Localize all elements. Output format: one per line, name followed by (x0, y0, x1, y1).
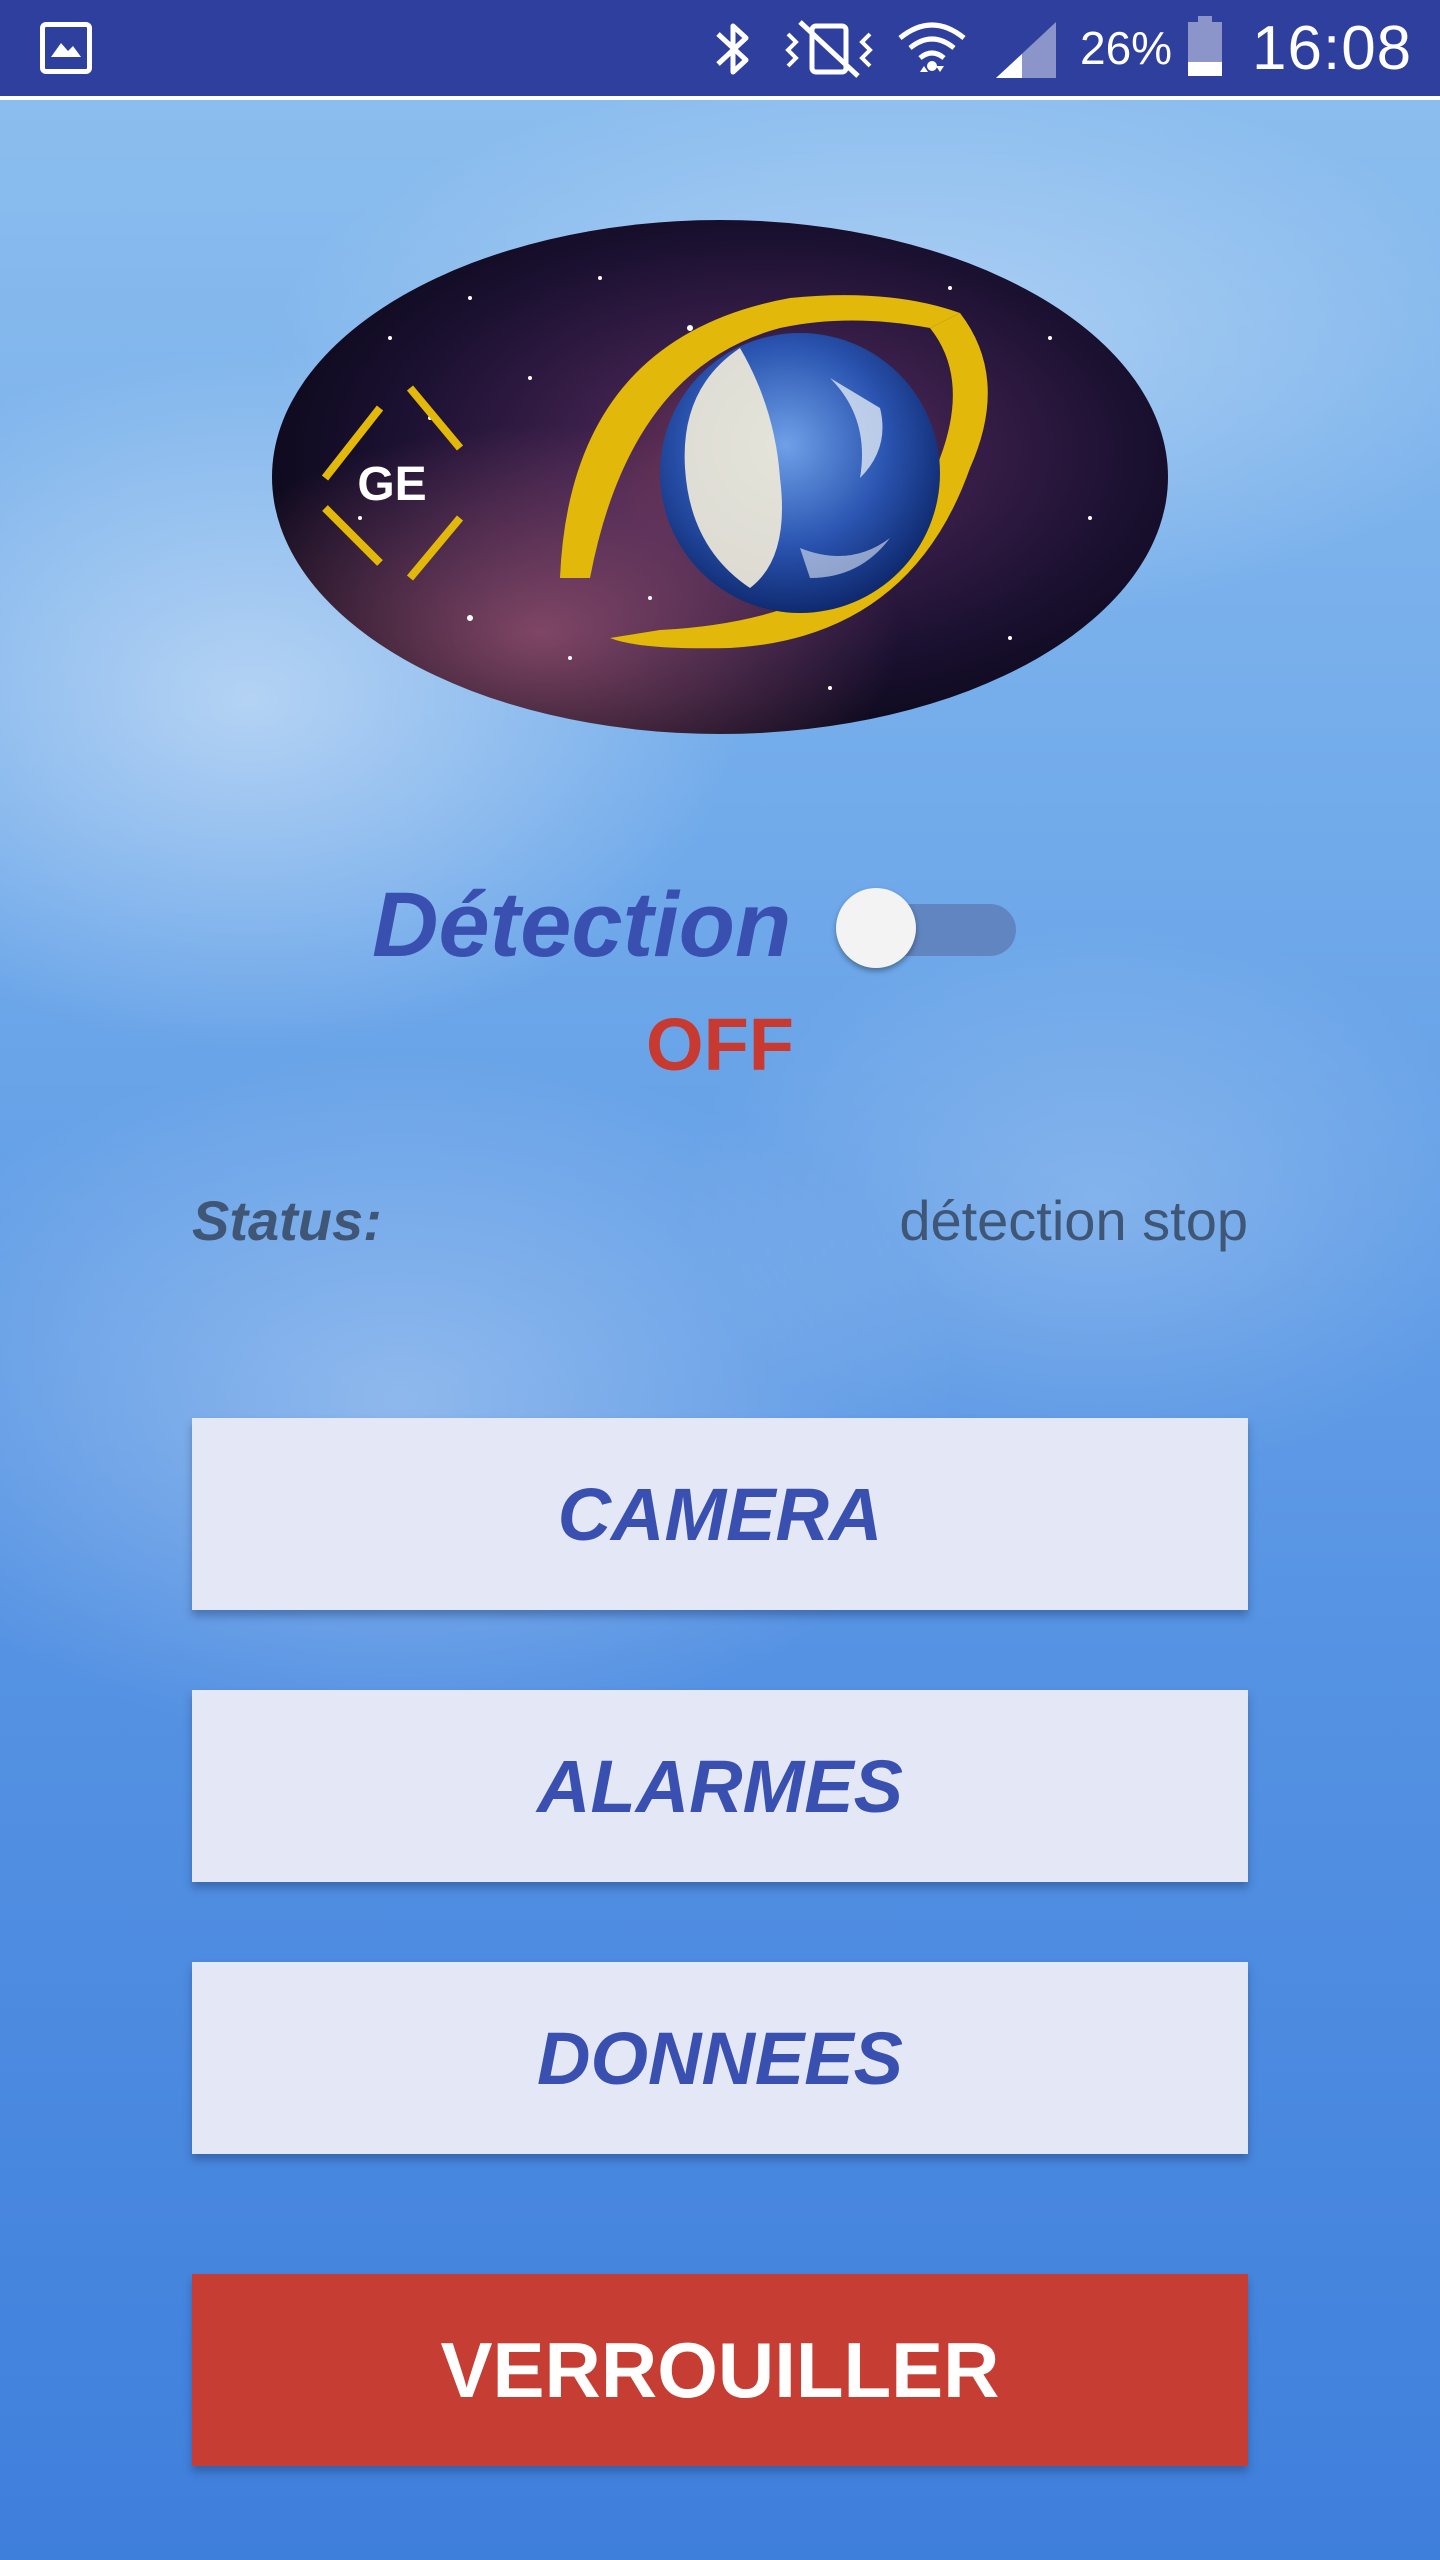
screen: 26% 16:08 GE Détection OFF Status: détec… (0, 0, 1440, 2560)
signal-icon (996, 22, 1056, 78)
detection-state: OFF (646, 1003, 794, 1086)
detection-label: Détection (372, 874, 792, 976)
detection-toggle[interactable] (836, 880, 1022, 968)
verrouiller-button[interactable]: VERROUILLER (192, 2274, 1248, 2466)
svg-text:GE: GE (357, 458, 426, 511)
app-logo: GE (272, 220, 1168, 734)
gallery-icon (40, 22, 92, 74)
battery-icon (1188, 16, 1222, 76)
camera-button[interactable]: CAMERA (192, 1418, 1248, 1610)
toggle-thumb (836, 888, 916, 968)
wifi-icon (898, 22, 966, 72)
alarmes-button[interactable]: ALARMES (192, 1690, 1248, 1882)
status-bar: 26% 16:08 (0, 0, 1440, 100)
status-label: Status: (192, 1189, 382, 1252)
status-value: détection stop (899, 1189, 1248, 1252)
donnees-button[interactable]: DONNEES (192, 1962, 1248, 2154)
vibrate-icon (785, 20, 873, 78)
bluetooth-icon (716, 23, 749, 75)
battery-percent: 26% (1080, 22, 1173, 74)
clock: 16:08 (1252, 14, 1413, 83)
